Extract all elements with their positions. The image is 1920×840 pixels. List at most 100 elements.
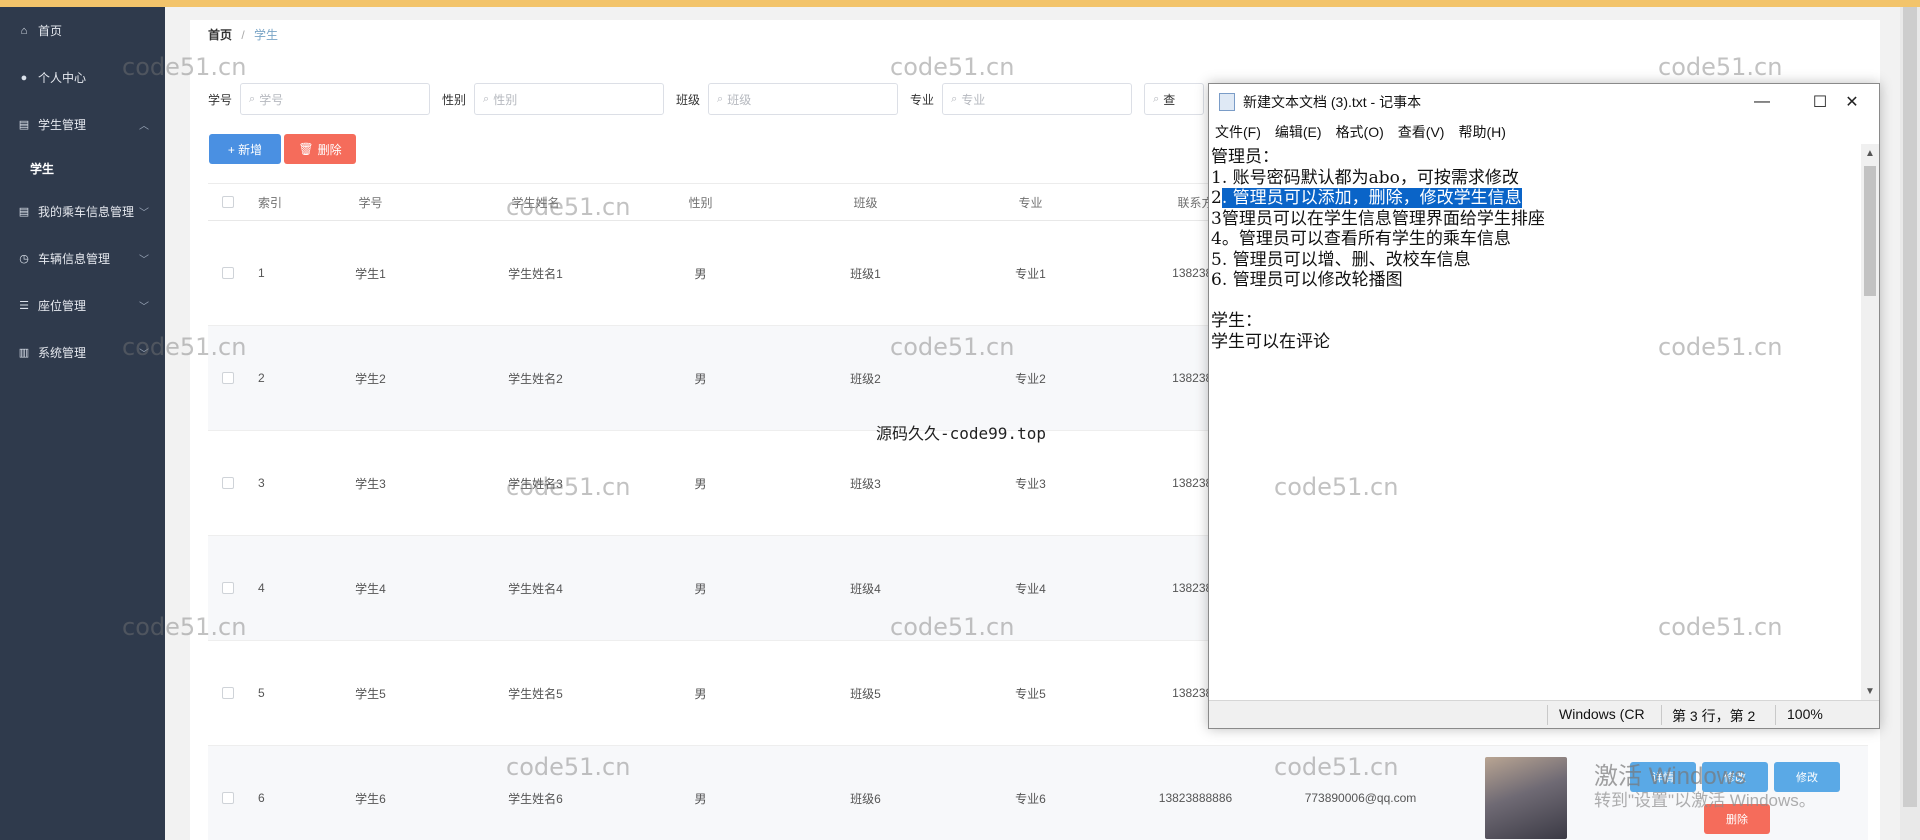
cell-major: 专业4 — [1015, 581, 1046, 596]
page-scrollbar[interactable] — [1900, 7, 1920, 840]
cell-xh: 学生4 — [355, 581, 386, 596]
sidebar-item-ride-info[interactable]: ▤ 我的乘车信息管理 ﹀ — [0, 188, 165, 235]
scroll-down-icon[interactable]: ▼ — [1861, 682, 1879, 700]
notepad-statusbar: Windows (CR 第 3 行，第 2 100% — [1209, 700, 1879, 728]
edit-button-label: 修改 — [1796, 772, 1818, 784]
clock-icon: ◷ — [19, 253, 29, 265]
sidebar-item-vehicles[interactable]: ◷ 车辆信息管理 ﹀ — [0, 235, 165, 282]
sidebar-item-label: 首页 — [38, 24, 63, 38]
sidebar-subitem-student[interactable]: 学生 — [0, 148, 165, 188]
header-index: 索引 — [258, 195, 283, 210]
cell-name: 学生姓名3 — [508, 476, 563, 491]
cell-name: 学生姓名5 — [508, 686, 563, 701]
breadcrumb-home[interactable]: 首页 — [208, 28, 232, 42]
search-input-class[interactable]: ⌕ 班级 — [708, 83, 899, 115]
status-position: 第 3 行，第 2 — [1672, 708, 1756, 724]
filter-label-major: 专业 — [910, 92, 935, 107]
chevron-down-icon: ﹀ — [139, 302, 149, 313]
text-line: 5. 管理员可以增、删、改校车信息 — [1211, 249, 1471, 270]
menu-edit[interactable]: 编辑(E) — [1275, 122, 1322, 142]
text-line — [1211, 291, 1859, 312]
menu-file[interactable]: 文件(F) — [1215, 122, 1261, 142]
search-input-more[interactable]: ⌕ 查 — [1144, 83, 1205, 115]
chevron-down-icon: ﹀ — [139, 208, 149, 219]
placeholder: 性别 — [493, 92, 518, 107]
text-line: 4。管理员可以查看所有学生的乘车信息 — [1211, 229, 1511, 249]
cell-xh: 学生6 — [355, 791, 386, 806]
cell-email: 773890006@qq.com — [1304, 791, 1417, 805]
search-icon: ⌕ — [951, 92, 958, 105]
sidebar-item-students[interactable]: ▤ 学生管理 ︿ — [0, 101, 165, 148]
notepad-titlebar[interactable]: 新建文本文档 (3).txt - 记事本 — ☐ ✕ — [1209, 84, 1879, 120]
cell-class: 班级1 — [850, 266, 881, 281]
breadcrumb: 首页 / 学生 — [208, 26, 278, 43]
scroll-thumb[interactable] — [1864, 166, 1876, 296]
notepad-scrollbar[interactable]: ▲ ▼ — [1861, 144, 1879, 700]
sidebar-item-label: 车辆信息管理 — [38, 252, 111, 266]
sidebar-item-system[interactable]: ▥ 系统管理 ﹀ — [0, 329, 165, 376]
list-icon: ☰ — [19, 300, 29, 312]
user-icon: ● — [20, 71, 28, 84]
row-checkbox[interactable] — [208, 792, 248, 804]
sidebar-item-seats[interactable]: ☰ 座位管理 ﹀ — [0, 282, 165, 329]
search-input-xh[interactable]: ⌕ 学号 — [240, 83, 431, 115]
sidebar-item-label: 我的乘车信息管理 — [38, 205, 135, 219]
delete-button-label: 删除 — [317, 142, 342, 157]
chevron-down-icon: ﹀ — [139, 255, 149, 266]
row-checkbox[interactable] — [208, 477, 248, 489]
filter-label-sex: 性别 — [442, 92, 467, 107]
cell-class: 班级4 — [850, 581, 881, 596]
status-zoom: 100% — [1787, 706, 1823, 722]
notepad-icon — [1219, 93, 1235, 111]
cell-major: 专业2 — [1015, 371, 1046, 386]
placeholder: 查 — [1163, 92, 1176, 107]
cell-index: 4 — [258, 581, 265, 595]
chevron-up-icon: ︿ — [139, 121, 149, 132]
text-line: 1. 账号密码默认都为abo，可按需求修改 — [1211, 167, 1519, 188]
placeholder: 学号 — [259, 92, 284, 107]
cell-major: 专业6 — [1015, 791, 1046, 806]
menu-format[interactable]: 格式(O) — [1336, 122, 1384, 142]
chevron-down-icon: ﹀ — [139, 349, 149, 360]
menu-view[interactable]: 查看(V) — [1398, 122, 1445, 142]
filter-label-class: 班级 — [676, 92, 701, 107]
filter-label-xh: 学号 — [208, 92, 233, 107]
delete-button[interactable]: 🗑 删除 — [284, 134, 356, 164]
text-line: 6. 管理员可以修改轮播图 — [1211, 270, 1403, 290]
db-icon: ▥ — [18, 347, 30, 359]
text-line: 学生： — [1211, 311, 1262, 331]
notepad-menubar: 文件(F) 编辑(E) 格式(O) 查看(V) 帮助(H) — [1209, 120, 1879, 144]
sidebar-item-label: 个人中心 — [38, 71, 87, 85]
student-photo — [1484, 757, 1567, 839]
center-watermark: 源码久久-code99.top — [876, 424, 1046, 443]
search-input-sex[interactable]: ⌕ 性别 — [474, 83, 665, 115]
sidebar-item-label: 学生管理 — [38, 118, 87, 132]
minimize-button[interactable]: — — [1733, 84, 1791, 120]
select-all-checkbox[interactable] — [208, 196, 248, 208]
cell-xh: 学生2 — [355, 371, 386, 386]
search-input-major[interactable]: ⌕ 专业 — [942, 83, 1133, 115]
activate-windows-hint: 转到"设置"以激活 Windows。 — [1594, 791, 1816, 810]
row-checkbox[interactable] — [208, 687, 248, 699]
cell-name: 学生姓名2 — [508, 371, 563, 386]
notepad-window: 新建文本文档 (3).txt - 记事本 — ☐ ✕ 文件(F) 编辑(E) 格… — [1208, 83, 1880, 729]
sidebar-item-home[interactable]: ⌂ 首页 — [0, 7, 165, 54]
home-icon: ⌂ — [20, 24, 28, 37]
cell-index: 2 — [258, 371, 265, 385]
add-button[interactable]: + 新增 — [209, 134, 281, 164]
cell-major: 专业5 — [1015, 686, 1046, 701]
sidebar-item-profile[interactable]: ● 个人中心 — [0, 54, 165, 101]
row-checkbox[interactable] — [208, 372, 248, 384]
notepad-text-area[interactable]: 管理员： 1. 账号密码默认都为abo，可按需求修改 2. 管理员可以添加，删除，修… — [1209, 144, 1861, 700]
row-checkbox[interactable] — [208, 582, 248, 594]
close-button[interactable]: ✕ — [1823, 84, 1881, 120]
cell-sex: 男 — [694, 791, 707, 806]
menu-help[interactable]: 帮助(H) — [1458, 122, 1505, 142]
placeholder: 班级 — [727, 92, 752, 107]
status-encoding: Windows (CR — [1559, 706, 1645, 722]
cell-class: 班级3 — [850, 476, 881, 491]
text-line: 学生可以在评论 — [1211, 331, 1330, 352]
row-checkbox[interactable] — [208, 267, 248, 279]
cell-sex: 男 — [694, 686, 707, 701]
scroll-up-icon[interactable]: ▲ — [1861, 144, 1879, 162]
